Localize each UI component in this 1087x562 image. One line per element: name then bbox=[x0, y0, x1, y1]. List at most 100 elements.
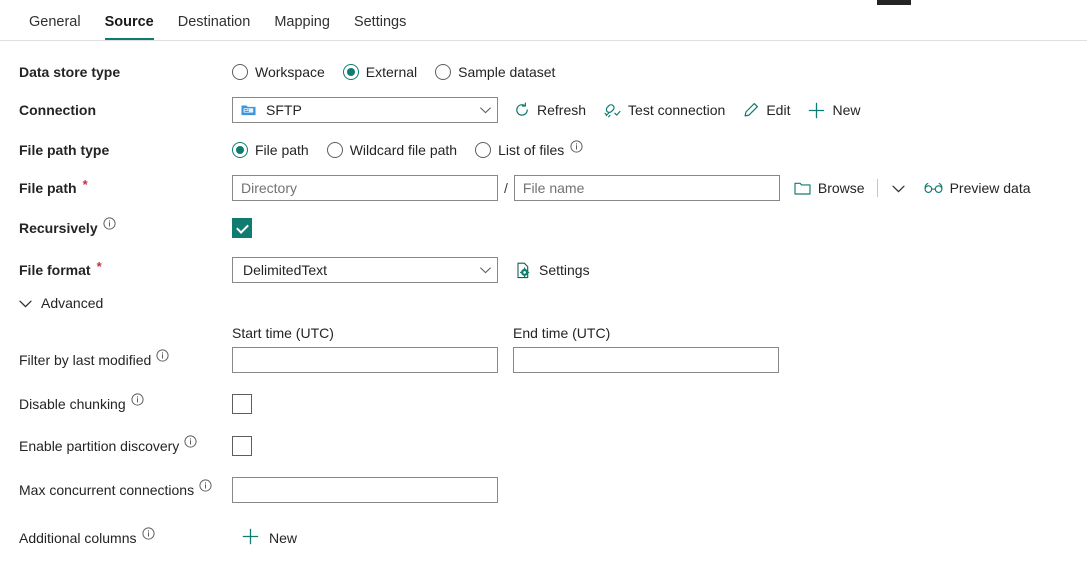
refresh-icon bbox=[514, 102, 530, 118]
radio-mark-wildcard-file-path bbox=[327, 142, 343, 158]
new-connection-label: New bbox=[832, 102, 860, 118]
start-time-header: Start time (UTC) bbox=[232, 325, 513, 341]
label-connection: Connection bbox=[19, 102, 232, 119]
preview-data-button[interactable]: Preview data bbox=[924, 180, 1031, 196]
file-format-settings-button[interactable]: Settings bbox=[516, 262, 590, 279]
time-column-headers: Start time (UTC) End time (UTC) bbox=[0, 325, 1087, 341]
connection-value: SFTP bbox=[264, 102, 479, 118]
row-disable-chunking: Disable chunking bbox=[0, 389, 1087, 419]
tab-bar: General Source Destination Mapping Setti… bbox=[0, 0, 1087, 41]
radio-label-file-path: File path bbox=[255, 142, 309, 158]
radio-mark-external bbox=[343, 64, 359, 80]
radio-label-wildcard-file-path: Wildcard file path bbox=[350, 142, 457, 158]
row-data-store-type: Data store type Workspace External Sampl… bbox=[0, 57, 1087, 87]
disable-chunking-checkbox[interactable] bbox=[232, 394, 252, 414]
advanced-section-toggle[interactable]: Advanced bbox=[0, 295, 1087, 311]
additional-columns-new-button[interactable]: New bbox=[242, 528, 297, 548]
source-form: Data store type Workspace External Sampl… bbox=[0, 41, 1087, 553]
tab-general[interactable]: General bbox=[17, 15, 93, 41]
radio-sample-dataset[interactable]: Sample dataset bbox=[435, 64, 555, 80]
glasses-icon bbox=[924, 182, 943, 194]
info-icon-filter-by-last-modified[interactable] bbox=[156, 349, 169, 362]
browse-button[interactable]: Browse bbox=[794, 180, 865, 196]
row-file-format: File format* DelimitedText bbox=[0, 255, 1087, 285]
additional-columns-control: New bbox=[232, 528, 1087, 548]
radio-label-external: External bbox=[366, 64, 417, 80]
browse-chevron-button[interactable] bbox=[888, 177, 910, 199]
start-time-input[interactable] bbox=[232, 347, 498, 373]
edit-label: Edit bbox=[766, 102, 790, 118]
info-icon-disable-chunking[interactable] bbox=[131, 393, 144, 406]
label-max-concurrent-connections: Max concurrent connections bbox=[19, 482, 232, 499]
plug-icon bbox=[604, 102, 621, 118]
tab-source[interactable]: Source bbox=[93, 15, 166, 41]
file-format-controls: DelimitedText Settings bbox=[232, 257, 1087, 283]
label-recursively: Recursively bbox=[19, 220, 232, 237]
tab-destination[interactable]: Destination bbox=[166, 15, 263, 41]
info-icon-list-of-files[interactable] bbox=[570, 140, 583, 153]
label-filter-by-last-modified: Filter by last modified bbox=[19, 352, 232, 369]
recursively-checkbox[interactable] bbox=[232, 218, 252, 238]
radio-external[interactable]: External bbox=[343, 64, 417, 80]
path-separator: / bbox=[504, 180, 508, 196]
disable-chunking-control bbox=[232, 394, 1087, 414]
enable-partition-discovery-checkbox[interactable] bbox=[232, 436, 252, 456]
chevron-down-icon bbox=[892, 180, 905, 196]
test-connection-label: Test connection bbox=[628, 102, 725, 118]
radio-list-of-files[interactable]: List of files bbox=[475, 142, 564, 158]
refresh-button[interactable]: Refresh bbox=[514, 102, 586, 118]
max-concurrent-connections-control bbox=[232, 477, 1087, 503]
advanced-label: Advanced bbox=[41, 295, 103, 311]
new-connection-button[interactable]: New bbox=[808, 102, 860, 119]
label-file-path: File path* bbox=[19, 180, 232, 197]
radio-mark-sample-dataset bbox=[435, 64, 451, 80]
file-path-controls: / Browse bbox=[232, 175, 1087, 201]
browse-label: Browse bbox=[818, 180, 865, 196]
tab-mapping[interactable]: Mapping bbox=[262, 15, 342, 41]
label-enable-partition-discovery: Enable partition discovery bbox=[19, 438, 232, 455]
plus-icon bbox=[808, 102, 825, 119]
label-additional-columns: Additional columns bbox=[19, 530, 232, 547]
folder-icon bbox=[794, 181, 811, 196]
plus-icon bbox=[242, 528, 259, 548]
refresh-label: Refresh bbox=[537, 102, 586, 118]
radio-wildcard-file-path[interactable]: Wildcard file path bbox=[327, 142, 457, 158]
radio-label-sample-dataset: Sample dataset bbox=[458, 64, 555, 80]
connection-controls: SFTP Refresh bbox=[232, 97, 1087, 123]
test-connection-button[interactable]: Test connection bbox=[604, 102, 725, 118]
additional-columns-new-label: New bbox=[269, 530, 297, 546]
directory-input[interactable] bbox=[232, 175, 498, 201]
label-data-store-type: Data store type bbox=[19, 64, 232, 81]
row-additional-columns: Additional columns New bbox=[0, 523, 1087, 553]
tab-settings[interactable]: Settings bbox=[342, 15, 418, 41]
chevron-down-icon bbox=[479, 264, 491, 276]
end-time-input[interactable] bbox=[513, 347, 779, 373]
recursively-control bbox=[232, 218, 1087, 238]
data-store-type-radio-group: Workspace External Sample dataset bbox=[232, 64, 1087, 80]
chevron-down-icon bbox=[479, 104, 491, 116]
radio-file-path[interactable]: File path bbox=[232, 142, 309, 158]
info-icon-recursively[interactable] bbox=[103, 217, 116, 230]
row-file-path: File path* / Browse bbox=[0, 173, 1087, 203]
info-icon-additional-columns[interactable] bbox=[142, 527, 155, 540]
label-file-format: File format* bbox=[19, 262, 232, 279]
connection-dropdown[interactable]: SFTP bbox=[232, 97, 498, 123]
chevron-down-icon bbox=[19, 295, 32, 311]
filter-by-last-modified-controls bbox=[232, 347, 1087, 373]
info-icon-max-concurrent-connections[interactable] bbox=[199, 479, 212, 492]
file-path-type-radio-group: File path Wildcard file path List of fil… bbox=[232, 142, 1087, 158]
edit-button[interactable]: Edit bbox=[743, 102, 790, 118]
file-name-input[interactable] bbox=[514, 175, 780, 201]
enable-partition-discovery-control bbox=[232, 436, 1087, 456]
label-disable-chunking: Disable chunking bbox=[19, 396, 232, 413]
file-format-settings-label: Settings bbox=[539, 262, 590, 278]
row-file-path-type: File path type File path Wildcard file p… bbox=[0, 135, 1087, 165]
row-enable-partition-discovery: Enable partition discovery bbox=[0, 431, 1087, 461]
file-format-dropdown[interactable]: DelimitedText bbox=[232, 257, 498, 283]
max-concurrent-connections-input[interactable] bbox=[232, 477, 498, 503]
radio-workspace[interactable]: Workspace bbox=[232, 64, 325, 80]
end-time-header: End time (UTC) bbox=[513, 325, 610, 341]
radio-label-list-of-files: List of files bbox=[498, 142, 564, 158]
preview-data-label: Preview data bbox=[950, 180, 1031, 196]
info-icon-enable-partition-discovery[interactable] bbox=[184, 435, 197, 448]
